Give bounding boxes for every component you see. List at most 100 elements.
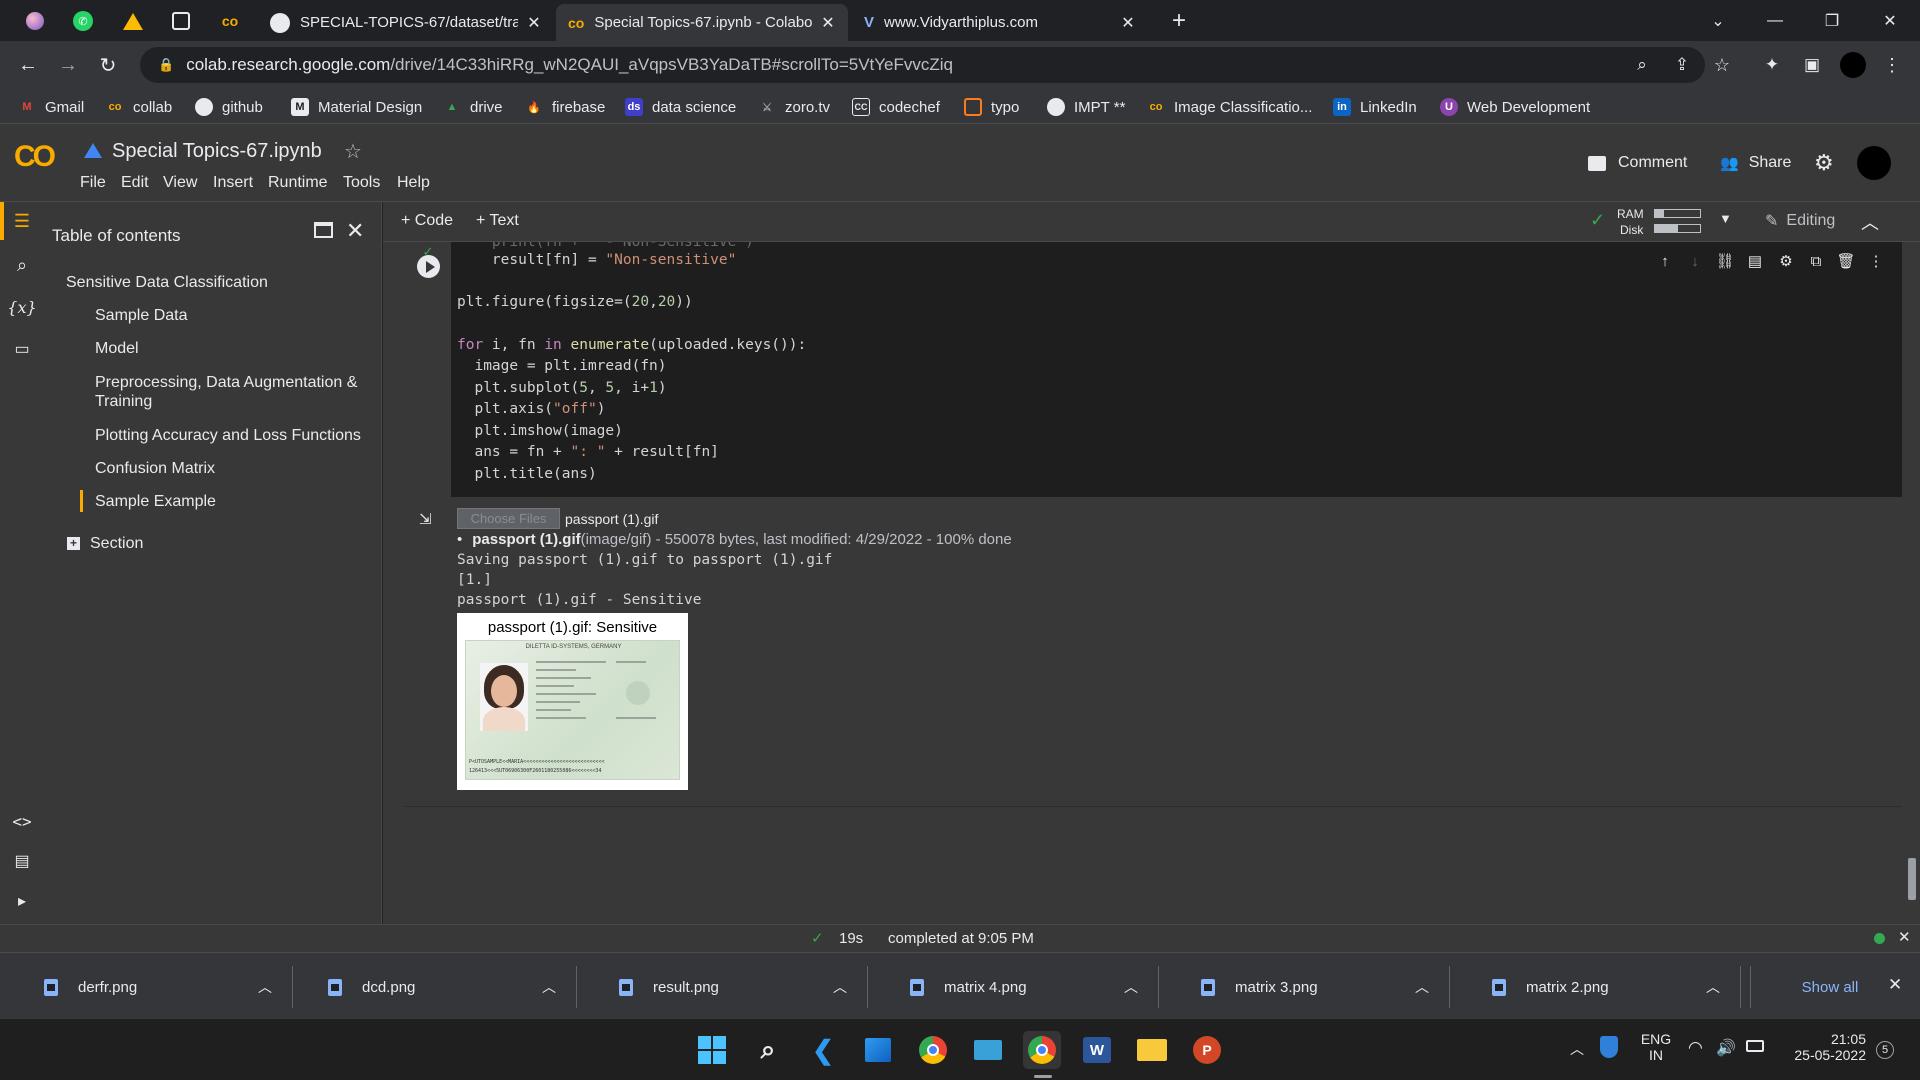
download-item[interactable]: matrix 2.png ︿ <box>1466 966 1741 1008</box>
add-section-icon[interactable]: + <box>67 537 80 550</box>
chevron-up-icon[interactable]: ︿ <box>542 977 556 997</box>
profile-avatar[interactable] <box>1840 52 1866 78</box>
bookmark-collab[interactable]: co collab <box>106 96 173 118</box>
close-window-button[interactable]: ✕ <box>1862 0 1918 41</box>
search-icon[interactable]: ⌕ <box>0 246 44 284</box>
toc-item-preprocessing[interactable]: Preprocessing, Data Augmentation & Train… <box>95 373 365 411</box>
star-icon[interactable]: ☆ <box>344 139 362 164</box>
volume-icon[interactable]: 🔊 <box>1716 1038 1736 1058</box>
open-in-tab-icon[interactable] <box>314 222 333 238</box>
pinned-app-icon[interactable] <box>166 6 196 36</box>
tab-github-dataset[interactable]: SPECIAL-TOPICS-67/dataset/train ✕ <box>258 4 554 41</box>
battery-icon[interactable] <box>1746 1040 1764 1052</box>
toc-item-confusion-matrix[interactable]: Confusion Matrix <box>95 459 215 478</box>
output-icon[interactable]: ⇲ <box>419 510 432 528</box>
share-page-icon[interactable]: ⇪ <box>1666 49 1698 81</box>
cell-settings-icon[interactable]: ⚙ <box>1775 250 1797 272</box>
forward-icon[interactable]: → <box>52 49 84 81</box>
download-item[interactable]: matrix 3.png ︿ <box>1175 966 1450 1008</box>
chevron-up-icon[interactable]: ︿ <box>1124 977 1138 997</box>
back-icon[interactable]: ← <box>12 49 44 81</box>
drive-icon[interactable] <box>118 6 148 36</box>
add-text-button[interactable]: + Text <box>476 212 519 230</box>
bookmark-drive[interactable]: ▲ drive <box>443 96 503 118</box>
close-downloads-icon[interactable]: ✕ <box>1888 975 1902 995</box>
chrome-icon[interactable] <box>914 1031 952 1069</box>
close-icon[interactable]: ✕ <box>820 13 836 33</box>
notebook-title[interactable]: Special Topics-67.ipynb <box>112 140 322 163</box>
store-icon[interactable] <box>859 1031 897 1069</box>
word-icon[interactable]: W <box>1078 1031 1116 1069</box>
menu-file[interactable]: File <box>80 174 106 192</box>
whatsapp-icon[interactable]: ✆ <box>68 6 98 36</box>
download-item[interactable]: dcd.png ︿ <box>302 966 577 1008</box>
chevron-up-icon[interactable]: ︿ <box>258 977 272 997</box>
choose-files-button[interactable]: Choose Files <box>457 508 560 529</box>
terminal-icon[interactable]: ▸ <box>0 882 44 920</box>
menu-view[interactable]: View <box>163 174 197 192</box>
run-cell-button[interactable] <box>417 255 440 278</box>
clock[interactable]: 21:05 25-05-2022 <box>1782 1031 1866 1063</box>
comment-cell-icon[interactable]: ▤ <box>1744 250 1766 272</box>
add-code-button[interactable]: + Code <box>401 212 453 230</box>
bookmark-github[interactable]: github <box>195 96 263 118</box>
minimize-button[interactable]: — <box>1747 0 1803 41</box>
tab-vidyarthiplus[interactable]: V www.Vidyarthiplus.com ✕ <box>852 4 1148 41</box>
close-icon[interactable]: ✕ <box>526 13 542 33</box>
powerpoint-icon[interactable]: P <box>1188 1031 1226 1069</box>
menu-help[interactable]: Help <box>397 174 430 192</box>
toc-item-sample-example[interactable]: Sample Example <box>95 492 216 511</box>
scrollbar-thumb[interactable] <box>1908 858 1916 900</box>
menu-tools[interactable]: Tools <box>343 174 380 192</box>
menu-edit[interactable]: Edit <box>121 174 149 192</box>
collapse-header-icon[interactable]: ︿ <box>1861 209 1879 235</box>
close-icon[interactable]: ✕ <box>346 218 364 244</box>
toc-item-plotting[interactable]: Plotting Accuracy and Loss Functions <box>95 426 361 445</box>
download-item[interactable]: result.png ︿ <box>593 966 868 1008</box>
menu-insert[interactable]: Insert <box>213 174 253 192</box>
menu-runtime[interactable]: Runtime <box>268 174 328 192</box>
tab-search-icon[interactable]: ⌄ <box>1690 0 1746 41</box>
toc-add-section[interactable]: Section <box>90 534 143 553</box>
link-icon[interactable]: ⛓ <box>1714 250 1736 272</box>
command-palette-icon[interactable]: ▤ <box>0 842 44 880</box>
bookmark-typo[interactable]: typo <box>964 96 1019 118</box>
table-of-contents-icon[interactable]: ☰ <box>0 202 44 240</box>
code-snippets-icon[interactable]: <> <box>0 802 44 840</box>
chevron-up-icon[interactable]: ︿ <box>1570 1039 1584 1059</box>
delete-cell-icon[interactable]: 🗑 <box>1835 250 1857 272</box>
mirror-cell-icon[interactable]: ⧉ <box>1805 250 1827 272</box>
remote-desktop-icon[interactable] <box>969 1031 1007 1069</box>
bookmark-star-icon[interactable]: ☆ <box>1706 49 1738 81</box>
bookmark-web-development[interactable]: U Web Development <box>1440 96 1590 118</box>
toc-item-sensitive-data-classification[interactable]: Sensitive Data Classification <box>66 273 268 292</box>
side-panel-icon[interactable]: ▣ <box>1796 49 1828 81</box>
move-cell-up-icon[interactable]: ↑ <box>1654 250 1676 272</box>
close-icon[interactable]: ✕ <box>1120 13 1136 33</box>
bookmark-material-design[interactable]: M Material Design <box>291 96 422 118</box>
editing-mode-button[interactable]: ✎ Editing <box>1765 211 1835 231</box>
files-folder-icon[interactable]: ▭ <box>0 330 44 368</box>
browser-menu-icon[interactable]: ⋮ <box>1876 49 1908 81</box>
zoom-icon[interactable]: ⌕ <box>1626 49 1658 81</box>
comment-button[interactable]: Comment <box>1588 154 1687 172</box>
windows-start-icon[interactable] <box>693 1031 731 1069</box>
variables-icon[interactable]: {x} <box>0 288 44 326</box>
chrome-active-icon[interactable] <box>1023 1031 1061 1069</box>
restore-button[interactable]: ❐ <box>1804 0 1860 41</box>
settings-gear-icon[interactable]: ⚙ <box>1814 150 1834 176</box>
language-indicator[interactable]: ENG IN <box>1638 1031 1674 1063</box>
bookmark-zoro[interactable]: ⚔ zoro.tv <box>758 96 830 118</box>
defender-shield-icon[interactable] <box>1600 1036 1618 1058</box>
pinned-tab-icon[interactable] <box>20 6 50 36</box>
code-editor[interactable]: print(fn + " - Non-Sensitive") result[fn… <box>451 242 1902 497</box>
bookmark-linkedin[interactable]: in LinkedIn <box>1333 96 1417 118</box>
download-item[interactable]: matrix 4.png ︿ <box>884 966 1159 1008</box>
search-icon[interactable]: ⌕ <box>749 1031 787 1069</box>
new-tab-button[interactable]: + <box>1166 8 1192 34</box>
toc-item-model[interactable]: Model <box>95 339 139 358</box>
notification-badge[interactable]: 5 <box>1876 1041 1894 1059</box>
account-avatar[interactable] <box>1857 146 1891 180</box>
chevron-up-icon[interactable]: ︿ <box>1415 977 1429 997</box>
bookmark-image-classification[interactable]: co Image Classificatio... <box>1147 96 1313 118</box>
